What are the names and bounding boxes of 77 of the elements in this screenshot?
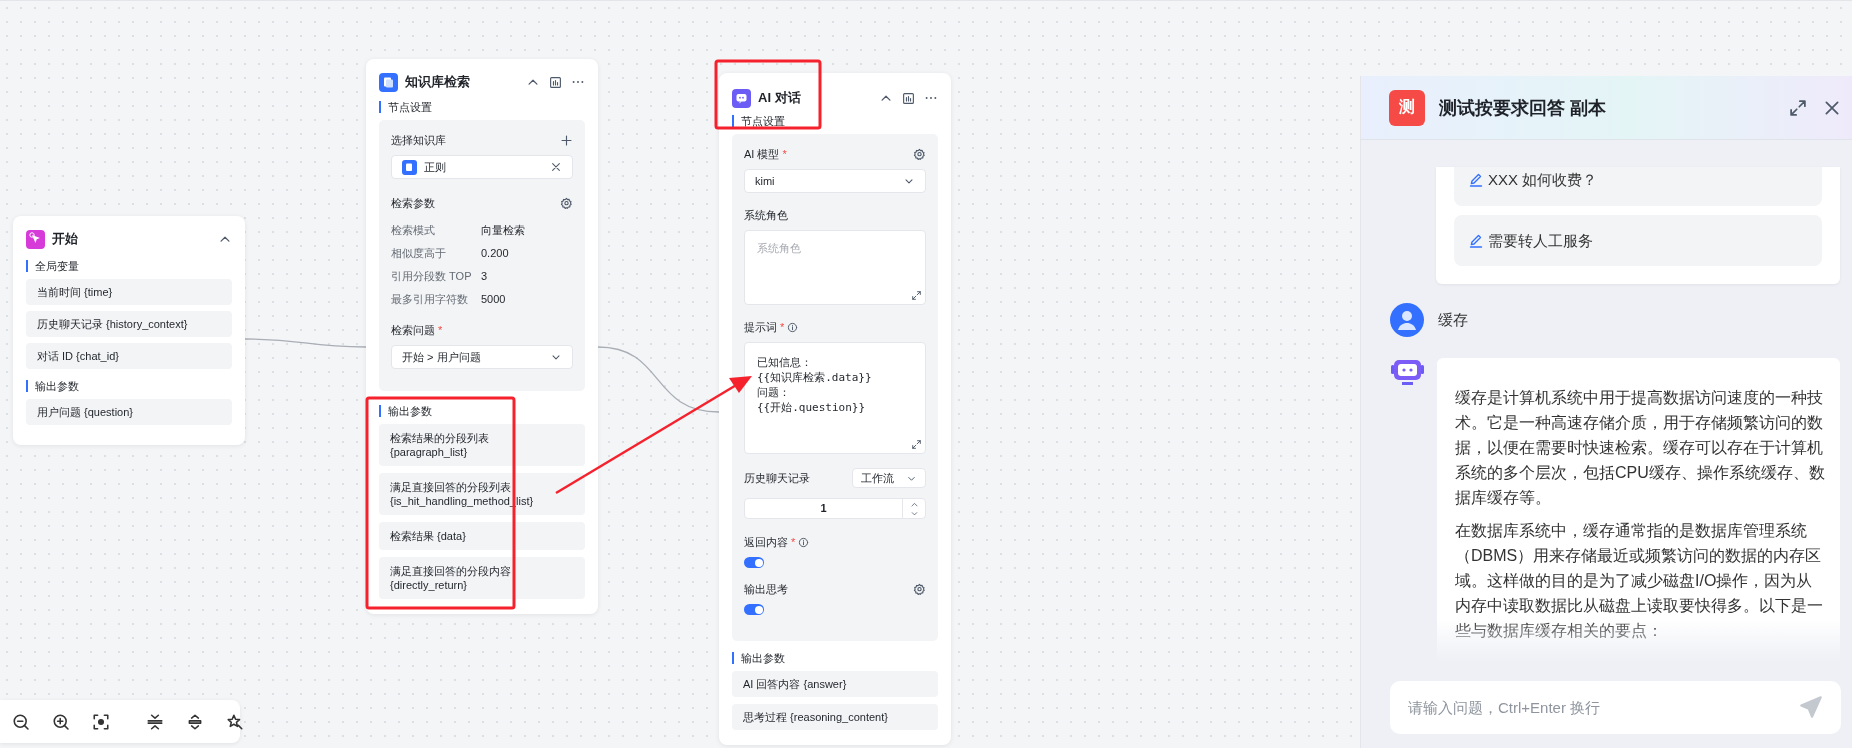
document-icon xyxy=(402,159,417,175)
zoom-out-icon[interactable] xyxy=(12,712,30,731)
info-icon xyxy=(798,537,810,548)
app-logo: 测 xyxy=(1389,89,1425,126)
node-title: 知识库检索 xyxy=(405,73,471,91)
section-label: 输出参数 xyxy=(732,652,938,664)
expand-icon[interactable] xyxy=(911,439,922,450)
param-label: 检索模式 xyxy=(391,224,436,237)
message-paragraph: 缓存是计算机系统中用于提高数据访问速度的一种技术。它是一种高速存储介质，用于存储频繁访问的数据，以便在需要时快速检索。缓存可以存在于计算机系统的多个层次，包括CPU缓存、操作系统缓存、数据库缓存等。 xyxy=(1455,388,1826,508)
pencil-icon xyxy=(1468,232,1484,249)
output-param: 检索结果 {data} xyxy=(379,522,585,550)
settings-icon[interactable] xyxy=(913,148,926,161)
user-message: 缓存 xyxy=(1438,310,1468,330)
section-label: 全局变量 xyxy=(26,260,232,272)
param-label: 相似度高于 xyxy=(391,247,447,260)
chart-icon[interactable] xyxy=(902,91,915,105)
cursor-icon xyxy=(26,229,45,249)
section-label: 节点设置 xyxy=(379,101,585,113)
model-select[interactable]: kimi xyxy=(744,169,926,193)
field-label: 输出思考 xyxy=(744,583,788,596)
info-icon xyxy=(787,322,799,333)
output-param: 检索结果的分段列表 {paragraph_list} xyxy=(379,424,585,466)
document-icon xyxy=(379,72,398,92)
output-param: 满足直接回答的分段内容 {directly_return} xyxy=(379,557,585,599)
focus-icon[interactable] xyxy=(92,712,110,731)
suggested-question[interactable]: 需要转人工服务 xyxy=(1454,215,1822,266)
field-label: 选择知识库 xyxy=(391,134,446,147)
node-title: AI 对话 xyxy=(758,89,802,107)
add-icon[interactable] xyxy=(560,134,573,147)
collapse-all-icon[interactable] xyxy=(146,712,164,731)
message-paragraph: 在数据库系统中，缓存通常指的是数据库管理系统（DBMS）用来存储最近或频繁访问的数据的内存区域。这样做的目的是为了减少磁盘I/O操作，因为从内存中读取数据比从磁盘上读取要快得多。以下是一些与数据库缓存相关的要点： xyxy=(1455,521,1824,641)
variable-item: 当前时间 {time} xyxy=(26,279,232,305)
node-title: 开始 xyxy=(52,230,79,248)
variable-item: 用户问题 {question} xyxy=(26,399,232,425)
section-label: 节点设置 xyxy=(732,115,938,127)
robot-icon xyxy=(1391,358,1424,388)
question-select[interactable]: 开始 > 用户问题 xyxy=(391,345,573,369)
expand-icon[interactable] xyxy=(1788,97,1808,118)
output-param: AI 回答内容 {answer} xyxy=(732,671,938,697)
prompt-field[interactable]: 已知信息： {{知识库检索.data}} 问题： {{开始.question}} xyxy=(744,342,926,454)
param-value: 向量检索 xyxy=(481,224,526,237)
history-count-field[interactable]: 1 xyxy=(744,498,926,519)
variable-item: 对话 ID {chat_id} xyxy=(26,343,232,369)
field-label: 历史聊天记录 xyxy=(744,471,810,485)
section-label: 输出参数 xyxy=(379,405,585,417)
field-label: 检索问题 * xyxy=(391,324,443,337)
field-label: AI 模型 * xyxy=(744,148,787,161)
close-icon[interactable] xyxy=(550,161,562,173)
pencil-icon xyxy=(1468,171,1484,188)
field-label: 返回内容 * xyxy=(744,536,810,549)
toggle-switch[interactable] xyxy=(744,557,764,568)
knowledge-base-tag[interactable]: 正则 xyxy=(391,155,573,179)
magic-star-icon[interactable] xyxy=(226,712,244,731)
history-select[interactable]: 工作流 xyxy=(852,468,926,488)
expand-all-icon[interactable] xyxy=(186,712,204,731)
suggested-question[interactable]: XXX 如何收费？ xyxy=(1454,167,1822,206)
param-label: 最多引用字符数 xyxy=(391,293,469,306)
chat-title: 测试按要求回答 副本 xyxy=(1439,96,1607,120)
chart-icon[interactable] xyxy=(549,75,562,89)
param-value: 0.200 xyxy=(481,247,510,260)
toggle-switch[interactable] xyxy=(744,604,764,615)
settings-icon[interactable] xyxy=(560,197,573,210)
output-param: 思考过程 {reasoning_content} xyxy=(732,704,938,730)
settings-icon[interactable] xyxy=(913,583,926,596)
user-avatar xyxy=(1390,303,1424,337)
zoom-in-icon[interactable] xyxy=(52,712,70,731)
chat-icon xyxy=(732,88,751,108)
param-value: 3 xyxy=(481,270,489,283)
field-label: 检索参数 xyxy=(391,197,435,210)
param-label: 引用分段数 TOP xyxy=(391,270,473,283)
field-label: 提示词 * xyxy=(744,321,799,334)
question-input[interactable]: 请输入问题，Ctrl+Enter 换行 xyxy=(1390,681,1841,734)
field-label: 系统角色 xyxy=(744,209,788,222)
variable-item: 历史聊天记录 {history_context} xyxy=(26,311,232,337)
param-value: 5000 xyxy=(481,293,507,306)
section-label: 输出参数 xyxy=(26,380,232,392)
expand-icon[interactable] xyxy=(911,290,922,301)
